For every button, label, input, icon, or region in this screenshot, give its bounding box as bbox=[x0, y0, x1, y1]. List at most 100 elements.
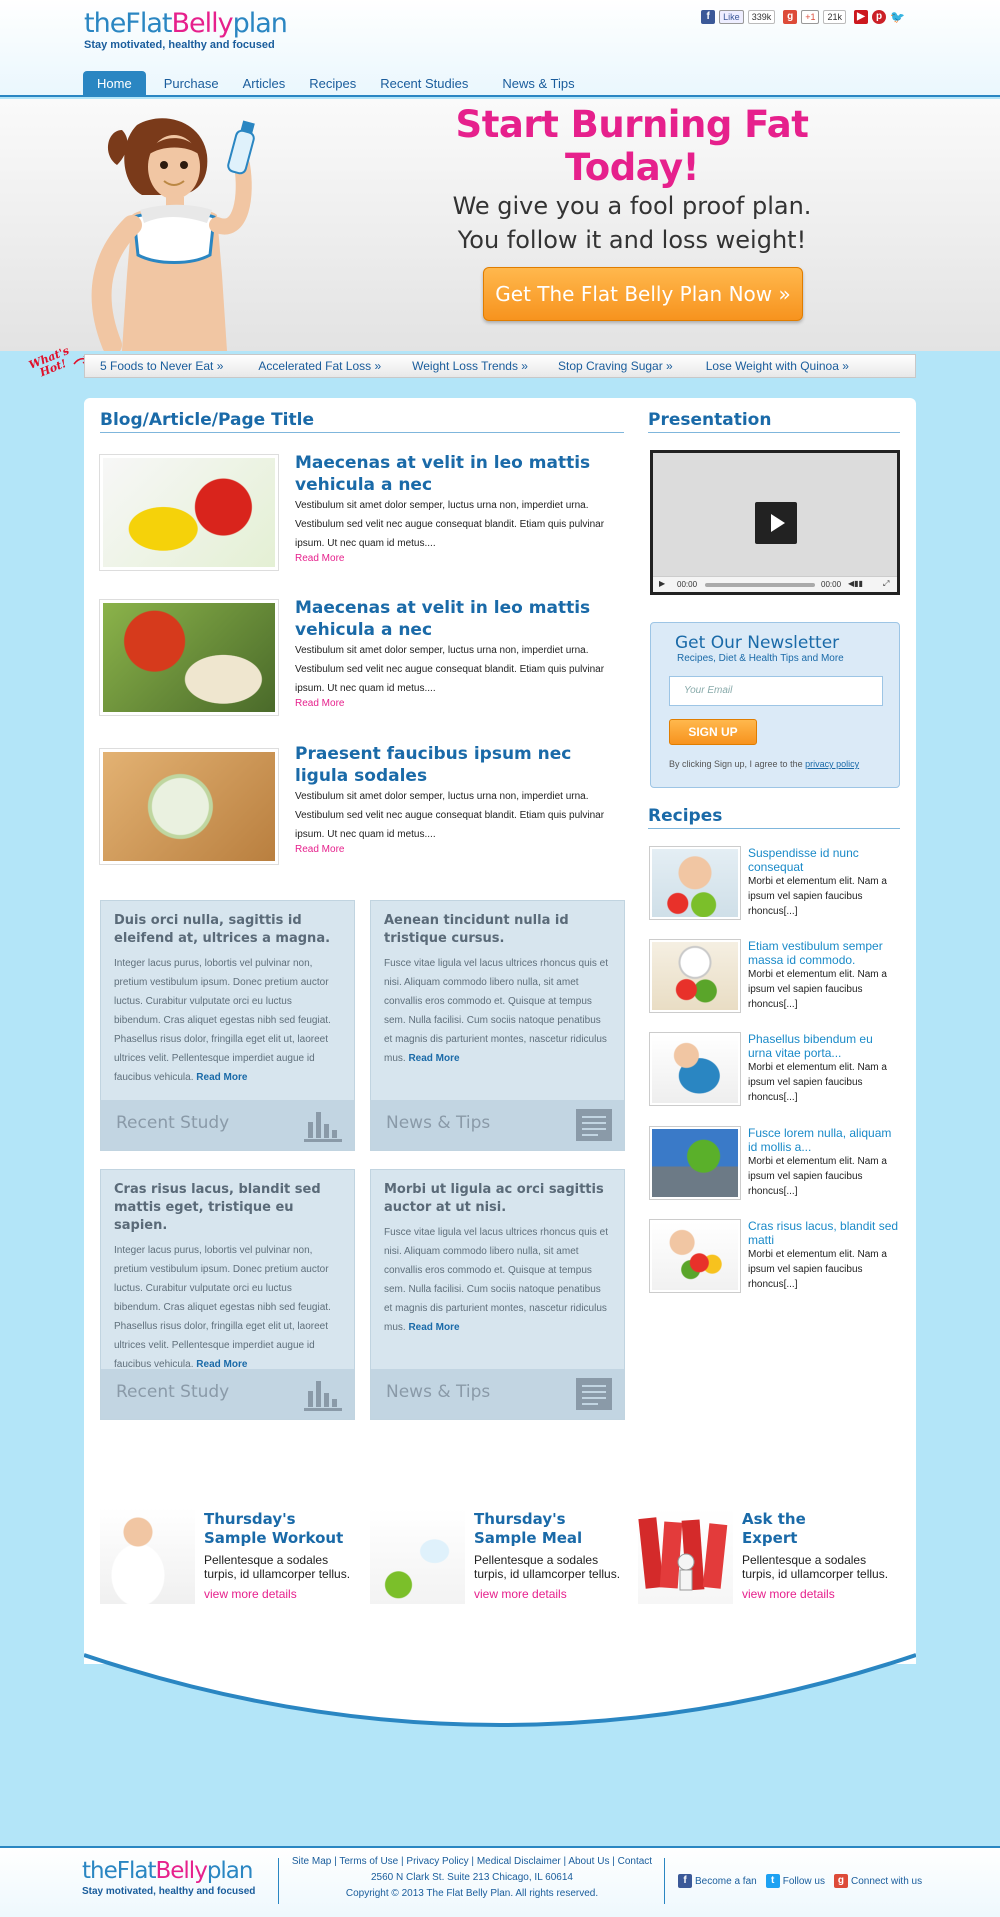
article-thumbnail[interactable] bbox=[99, 454, 279, 571]
newsletter-note: By clicking Sign up, I agree to the priv… bbox=[669, 759, 860, 769]
hot-link-quinoa[interactable]: Lose Weight with Quinoa » bbox=[688, 359, 864, 373]
card-footer[interactable]: Recent Study bbox=[101, 1100, 354, 1150]
pinterest-icon[interactable]: p bbox=[872, 10, 886, 24]
feature-body: Pellentesque a sodales turpis, id ullamc… bbox=[742, 1553, 889, 1581]
footer-link-about[interactable]: About Us bbox=[568, 1856, 609, 1867]
feature-title-line2[interactable]: Sample Workout bbox=[204, 1529, 364, 1548]
footer-link-privacy[interactable]: Privacy Policy bbox=[406, 1856, 468, 1867]
card-footer[interactable]: Recent Study bbox=[101, 1369, 354, 1419]
recipe-title[interactable]: Fusce lorem nulla, aliquam id mollis a..… bbox=[748, 1126, 900, 1154]
youtube-icon[interactable]: ▶ bbox=[854, 10, 868, 24]
twitter-icon[interactable]: 🐦 bbox=[890, 10, 905, 24]
view-more-link[interactable]: view more details bbox=[204, 1587, 364, 1601]
article-title[interactable]: Maecenas at velit in leo mattis vehicula… bbox=[295, 452, 625, 496]
card-body: Integer lacus purus, lobortis vel pulvin… bbox=[114, 958, 331, 1083]
google-plus-icon[interactable]: g bbox=[783, 10, 798, 24]
view-more-link[interactable]: view more details bbox=[742, 1587, 902, 1601]
recipe-thumbnail[interactable] bbox=[649, 1032, 741, 1106]
card-read-more-link[interactable]: Read More bbox=[196, 1072, 247, 1083]
article-thumbnail[interactable] bbox=[99, 748, 279, 865]
recipe-thumbnail[interactable] bbox=[649, 1219, 741, 1293]
footer-connect[interactable]: Connect with us bbox=[851, 1876, 922, 1887]
sign-up-button[interactable]: SIGN UP bbox=[669, 719, 757, 745]
hot-link-stop-sugar[interactable]: Stop Craving Sugar » bbox=[543, 359, 688, 373]
nav-news-tips[interactable]: News & Tips bbox=[490, 71, 586, 97]
feature-thumbnail[interactable] bbox=[638, 1508, 733, 1604]
card-footer[interactable]: News & Tips bbox=[371, 1100, 624, 1150]
plus-one-button[interactable]: +1 bbox=[801, 10, 820, 24]
recipe-excerpt: Morbi et elementum elit. Nam a ipsum vel… bbox=[748, 1062, 887, 1103]
video-player[interactable]: ▶ 00:00 00:00 ◀▮▮ ⤢ bbox=[650, 450, 900, 595]
facebook-icon[interactable]: f bbox=[701, 10, 716, 24]
feature-thumbnail[interactable] bbox=[100, 1508, 195, 1604]
hot-link-fat-loss[interactable]: Accelerated Fat Loss » bbox=[238, 359, 396, 373]
nav-recipes[interactable]: Recipes bbox=[297, 71, 368, 97]
twitter-icon[interactable]: t bbox=[765, 1874, 780, 1888]
footer-link-disclaimer[interactable]: Medical Disclaimer bbox=[477, 1856, 561, 1867]
nav-home[interactable]: Home bbox=[83, 71, 146, 97]
privacy-policy-link[interactable]: privacy policy bbox=[805, 759, 859, 769]
facebook-icon[interactable]: f bbox=[678, 1874, 692, 1888]
feature-body: Pellentesque a sodales turpis, id ullamc… bbox=[474, 1553, 621, 1581]
feature-title-line2[interactable]: Expert bbox=[742, 1529, 902, 1548]
feature-title-line1[interactable]: Thursday's bbox=[204, 1510, 364, 1529]
article-title[interactable]: Maecenas at velit in leo mattis vehicula… bbox=[295, 597, 625, 641]
main-nav: Home Purchase Articles Recipes Recent St… bbox=[83, 71, 587, 97]
site-logo[interactable]: theFlatBellyplan Stay motivated, healthy… bbox=[84, 9, 288, 52]
feature-thumbnail[interactable] bbox=[370, 1508, 465, 1604]
nav-articles[interactable]: Articles bbox=[231, 71, 298, 97]
footer-follow-us[interactable]: Follow us bbox=[783, 1876, 825, 1887]
card-footer[interactable]: News & Tips bbox=[371, 1369, 624, 1419]
hot-link-5-foods[interactable]: 5 Foods to Never Eat » bbox=[85, 359, 238, 373]
newsletter-box: Get Our Newsletter Recipes, Diet & Healt… bbox=[650, 622, 900, 788]
fullscreen-icon[interactable]: ⤢ bbox=[883, 579, 889, 589]
footer-become-fan[interactable]: Become a fan bbox=[695, 1876, 757, 1887]
hero-title: Start Burning Fat Today! bbox=[455, 103, 809, 189]
card-footer-label: Recent Study bbox=[116, 1382, 230, 1402]
feature-title-line1[interactable]: Thursday's bbox=[474, 1510, 634, 1529]
site-header: theFlatBellyplan Stay motivated, healthy… bbox=[0, 0, 1000, 97]
article-thumbnail[interactable] bbox=[99, 599, 279, 716]
recipe-thumbnail[interactable] bbox=[649, 846, 741, 920]
recipe-title[interactable]: Suspendisse id nunc consequat bbox=[748, 846, 900, 874]
card-read-more-link[interactable]: Read More bbox=[408, 1053, 459, 1064]
newsletter-subtitle: Recipes, Diet & Health Tips and More bbox=[677, 653, 844, 664]
info-card: Morbi ut ligula ac orci sagittis auctor … bbox=[370, 1169, 625, 1420]
feature-title-line1[interactable]: Ask the bbox=[742, 1510, 902, 1529]
recipe-thumbnail[interactable] bbox=[649, 1126, 741, 1200]
article-item: Maecenas at velit in leo mattis vehicula… bbox=[295, 452, 625, 564]
bar-chart-icon bbox=[304, 1381, 342, 1411]
play-small-icon[interactable]: ▶ bbox=[659, 579, 665, 588]
recipe-excerpt: Morbi et elementum elit. Nam a ipsum vel… bbox=[748, 1249, 887, 1290]
read-more-link[interactable]: Read More bbox=[295, 844, 625, 855]
footer-divider bbox=[278, 1858, 279, 1904]
recipe-title[interactable]: Phasellus bibendum eu urna vitae porta..… bbox=[748, 1032, 900, 1060]
view-more-link[interactable]: view more details bbox=[474, 1587, 634, 1601]
footer-logo[interactable]: theFlatBellyplan Stay motivated, healthy… bbox=[82, 1856, 255, 1897]
nav-recent-studies[interactable]: Recent Studies bbox=[368, 71, 480, 97]
feature-title-line2[interactable]: Sample Meal bbox=[474, 1529, 634, 1548]
card-read-more-link[interactable]: Read More bbox=[408, 1322, 459, 1333]
newsletter-email-input[interactable]: Your Email bbox=[669, 676, 883, 706]
footer-link-contact[interactable]: Contact bbox=[618, 1856, 652, 1867]
play-button[interactable] bbox=[755, 502, 797, 544]
facebook-like-button[interactable]: Like bbox=[719, 10, 744, 24]
newspaper-icon bbox=[576, 1378, 612, 1410]
read-more-link[interactable]: Read More bbox=[295, 698, 625, 709]
volume-icon[interactable]: ◀▮▮ bbox=[848, 579, 863, 588]
read-more-link[interactable]: Read More bbox=[295, 553, 625, 564]
google-plus-icon[interactable]: g bbox=[833, 1874, 848, 1888]
get-plan-button[interactable]: Get The Flat Belly Plan Now » bbox=[483, 267, 803, 321]
article-title[interactable]: Praesent faucibus ipsum nec ligula sodal… bbox=[295, 743, 625, 787]
footer-link-terms[interactable]: Terms of Use bbox=[339, 1856, 398, 1867]
footer-link-site-map[interactable]: Site Map bbox=[292, 1856, 331, 1867]
plus-one-count: 21k bbox=[823, 10, 846, 24]
feature-body: Pellentesque a sodales turpis, id ullamc… bbox=[204, 1553, 351, 1581]
recipe-title[interactable]: Cras risus lacus, blandit sed matti bbox=[748, 1219, 900, 1247]
recipe-title[interactable]: Etiam vestibulum semper massa id commodo… bbox=[748, 939, 900, 967]
video-progress-bar[interactable] bbox=[705, 583, 815, 587]
recipe-thumbnail[interactable] bbox=[649, 939, 741, 1013]
nav-purchase[interactable]: Purchase bbox=[152, 71, 231, 97]
feature-item: Thursday's Sample Meal Pellentesque a so… bbox=[474, 1510, 634, 1601]
hot-link-weight-trends[interactable]: Weight Loss Trends » bbox=[396, 359, 543, 373]
